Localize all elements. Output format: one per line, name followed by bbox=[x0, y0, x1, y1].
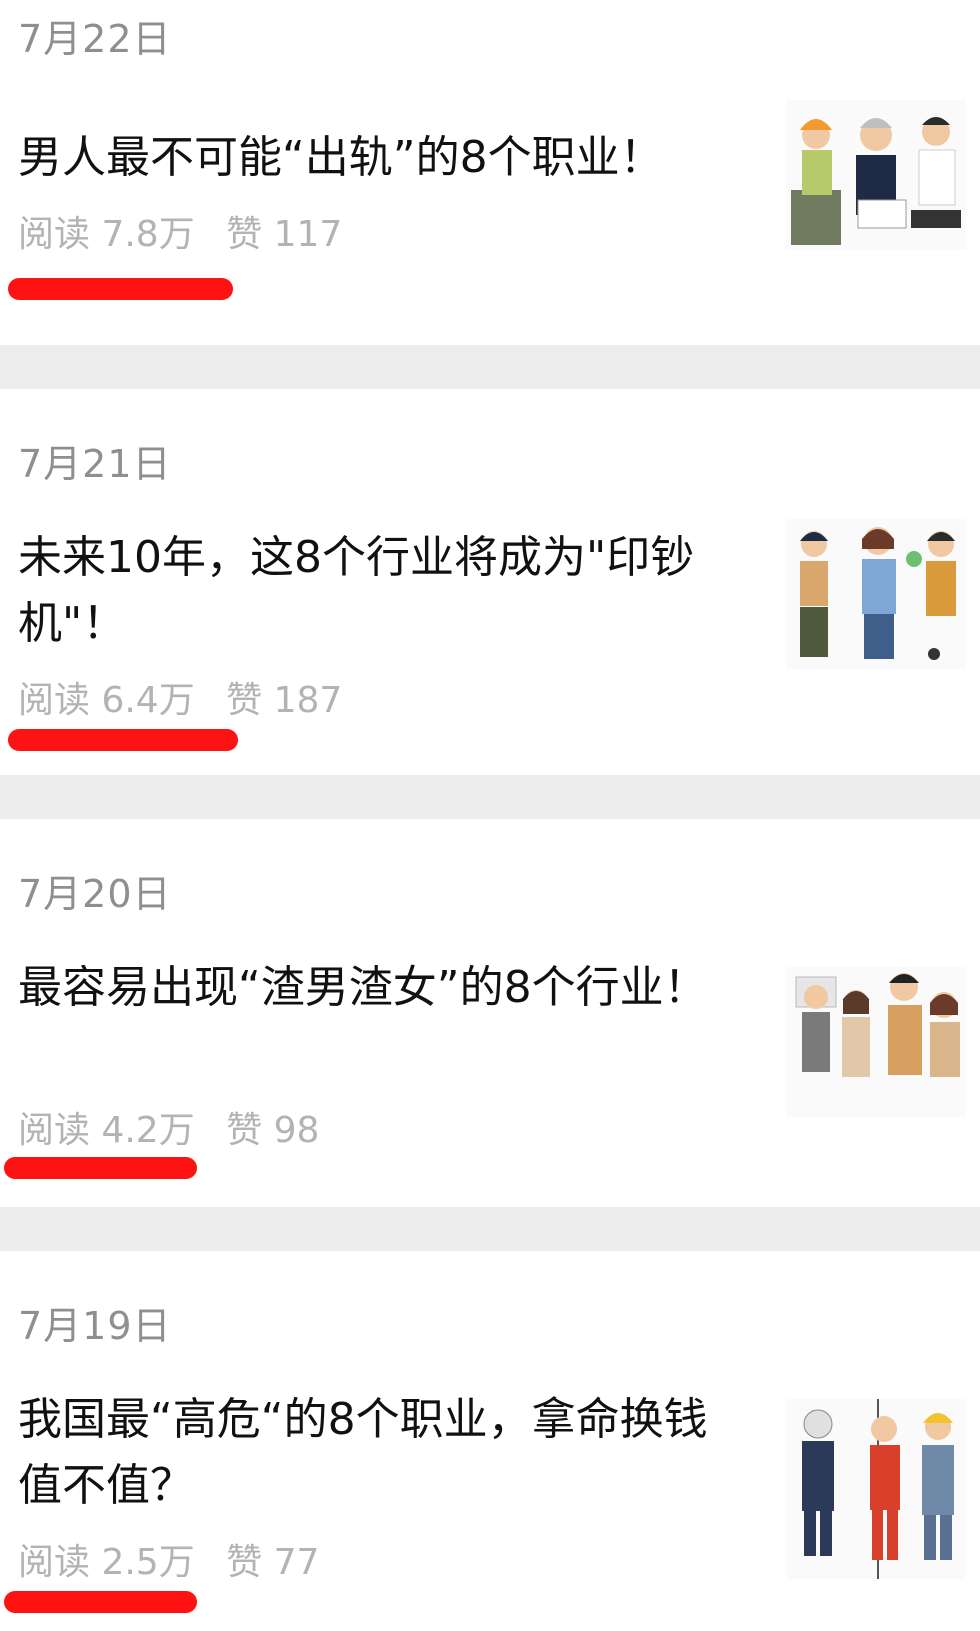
read-count: 阅读 4.2万 bbox=[18, 1110, 195, 1151]
like-count: 赞 98 bbox=[226, 1110, 320, 1151]
section-separator bbox=[0, 1207, 980, 1251]
article-title[interactable]: 未来10年，这8个行业将成为"印钞机"！ bbox=[18, 525, 738, 657]
like-count: 赞 77 bbox=[226, 1542, 320, 1583]
like-count: 赞 187 bbox=[226, 680, 343, 721]
red-underline-mark bbox=[8, 729, 238, 751]
illustration-hazard-workers-icon[interactable] bbox=[786, 1399, 966, 1579]
article-card[interactable]: 7月21日 未来10年，这8个行业将成为"印钞机"！ 阅读 6.4万 赞 187 bbox=[0, 389, 980, 775]
article-stats: 阅读 2.5万 赞 77 bbox=[18, 1533, 339, 1585]
illustration-women-workers-icon[interactable] bbox=[786, 519, 966, 669]
red-underline-mark bbox=[8, 278, 233, 300]
red-underline-mark bbox=[4, 1591, 197, 1613]
illustration-couples-icon[interactable] bbox=[786, 967, 966, 1117]
article-date: 7月21日 bbox=[18, 442, 172, 486]
article-date: 7月22日 bbox=[18, 17, 172, 61]
article-stats: 阅读 7.8万 赞 117 bbox=[18, 205, 362, 257]
article-title[interactable]: 最容易出现“渣男渣女”的8个行业！ bbox=[18, 955, 738, 1021]
section-separator bbox=[0, 345, 980, 389]
read-count: 阅读 6.4万 bbox=[18, 680, 195, 721]
red-underline-mark bbox=[4, 1157, 197, 1179]
article-title[interactable]: 男人最不可能“出轨”的8个职业！ bbox=[18, 125, 738, 191]
article-stats: 阅读 6.4万 赞 187 bbox=[18, 671, 362, 723]
article-stats: 阅读 4.2万 赞 98 bbox=[18, 1101, 339, 1153]
article-date: 7月19日 bbox=[18, 1304, 172, 1348]
article-date: 7月20日 bbox=[18, 872, 172, 916]
illustration-workers-icon[interactable] bbox=[786, 100, 966, 250]
like-count: 赞 117 bbox=[226, 214, 343, 255]
read-count: 阅读 7.8万 bbox=[18, 214, 195, 255]
article-card[interactable]: 7月22日 男人最不可能“出轨”的8个职业！ 阅读 7.8万 赞 117 bbox=[0, 0, 980, 345]
article-card[interactable]: 7月20日 最容易出现“渣男渣女”的8个行业！ 阅读 4.2万 赞 98 bbox=[0, 819, 980, 1207]
article-card[interactable]: 7月19日 我国最“高危“的8个职业，拿命换钱值不值？ 阅读 2.5万 赞 77 bbox=[0, 1251, 980, 1631]
article-title[interactable]: 我国最“高危“的8个职业，拿命换钱值不值？ bbox=[18, 1387, 738, 1519]
article-feed: 7月22日 男人最不可能“出轨”的8个职业！ 阅读 7.8万 赞 117 7月2… bbox=[0, 0, 980, 1631]
section-separator bbox=[0, 775, 980, 819]
read-count: 阅读 2.5万 bbox=[18, 1542, 195, 1583]
